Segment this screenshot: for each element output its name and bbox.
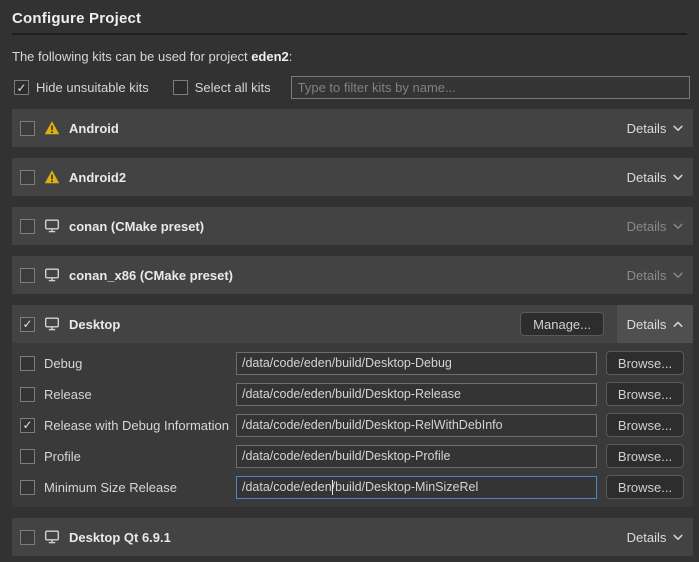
hide-unsuitable-kits-label: Hide unsuitable kits	[36, 80, 149, 95]
kit-header[interactable]: Desktop Qt 6.9.1 Details	[12, 518, 693, 556]
kit-checkbox[interactable]	[20, 219, 35, 234]
kit-row-android2: Android2 Details	[12, 158, 693, 196]
build-dir-input[interactable]	[236, 383, 597, 406]
select-all-kits-label: Select all kits	[195, 80, 271, 95]
kit-checkbox[interactable]	[20, 170, 35, 185]
kit-row-android: Android Details	[12, 109, 693, 147]
select-all-kits-checkbox[interactable]	[173, 80, 188, 95]
build-config-label: Release with Debug Information	[44, 418, 236, 433]
chevron-down-icon	[673, 223, 683, 230]
kit-details-panel: Debug Browse... Release Browse... Releas…	[12, 343, 693, 507]
details-label: Details	[627, 170, 667, 185]
build-config-row-minsizerel: Minimum Size Release Browse...	[20, 475, 693, 499]
kit-checkbox[interactable]	[20, 530, 35, 545]
hide-unsuitable-kits-checkbox[interactable]	[14, 80, 29, 95]
kit-name: Android2	[69, 170, 126, 185]
details-toggle-button[interactable]: Details	[617, 305, 693, 343]
desktop-icon	[44, 218, 60, 234]
details-label: Details	[627, 317, 667, 332]
chevron-down-icon	[673, 534, 683, 541]
kit-name: conan_x86 (CMake preset)	[69, 268, 233, 283]
details-label: Details	[627, 121, 667, 136]
details-label: Details	[627, 268, 667, 283]
build-config-checkbox[interactable]	[20, 480, 35, 495]
title-bar: Configure Project	[0, 0, 699, 35]
build-config-label: Release	[44, 387, 236, 402]
build-config-row-profile: Profile Browse...	[20, 444, 693, 468]
project-name: eden2	[251, 49, 289, 64]
kit-checkbox[interactable]	[20, 121, 35, 136]
kit-header[interactable]: conan_x86 (CMake preset) Details	[12, 256, 693, 294]
desktop-icon	[44, 316, 60, 332]
chevron-up-icon	[673, 321, 683, 328]
kit-header[interactable]: conan (CMake preset) Details	[12, 207, 693, 245]
title-separator	[12, 33, 687, 35]
build-config-row-debug: Debug Browse...	[20, 351, 693, 375]
desktop-icon	[44, 267, 60, 283]
desktop-icon	[44, 529, 60, 545]
build-config-row-relwithdebinfo: Release with Debug Information Browse...	[20, 413, 693, 437]
browse-button[interactable]: Browse...	[606, 444, 684, 468]
build-config-label: Profile	[44, 449, 236, 464]
build-dir-field	[236, 352, 597, 375]
build-config-row-release: Release Browse...	[20, 382, 693, 406]
details-toggle-button[interactable]: Details	[617, 518, 693, 556]
chevron-down-icon	[673, 272, 683, 279]
kit-checkbox[interactable]	[20, 317, 35, 332]
browse-button[interactable]: Browse...	[606, 382, 684, 406]
details-toggle-button: Details	[617, 207, 693, 245]
build-dir-field	[236, 383, 597, 406]
kit-checkbox[interactable]	[20, 268, 35, 283]
details-toggle-button[interactable]: Details	[617, 109, 693, 147]
details-label: Details	[627, 530, 667, 545]
chevron-down-icon	[673, 174, 683, 181]
kit-header[interactable]: Android2 Details	[12, 158, 693, 196]
kit-row-desktop-qt: Desktop Qt 6.9.1 Details	[12, 518, 693, 556]
page-title: Configure Project	[12, 10, 687, 27]
details-label: Details	[627, 219, 667, 234]
manage-kits-button[interactable]: Manage...	[520, 312, 604, 336]
kit-header[interactable]: Desktop Manage... Details	[12, 305, 693, 343]
build-dir-input[interactable]	[236, 352, 597, 375]
kit-list: Android Details Android2 Details conan (…	[12, 109, 693, 556]
kit-header[interactable]: Android Details	[12, 109, 693, 147]
kit-name: conan (CMake preset)	[69, 219, 204, 234]
build-dir-input[interactable]	[236, 414, 597, 437]
build-config-label: Debug	[44, 356, 236, 371]
details-toggle-button[interactable]: Details	[617, 158, 693, 196]
kit-name: Android	[69, 121, 119, 136]
kit-row-desktop: Desktop Manage... Details Debug Browse..…	[12, 305, 693, 507]
build-dir-field	[236, 414, 597, 437]
intro-prefix: The following kits can be used for proje…	[12, 49, 251, 64]
kit-row-conan: conan (CMake preset) Details	[12, 207, 693, 245]
build-dir-field	[236, 476, 597, 499]
build-config-checkbox[interactable]	[20, 356, 35, 371]
browse-button[interactable]: Browse...	[606, 413, 684, 437]
intro-suffix: :	[289, 49, 293, 64]
kit-row-conan-x86: conan_x86 (CMake preset) Details	[12, 256, 693, 294]
build-config-checkbox[interactable]	[20, 418, 35, 433]
build-dir-input[interactable]	[236, 445, 597, 468]
build-dir-input-focused[interactable]	[236, 476, 597, 499]
warning-icon	[44, 169, 60, 185]
kit-filter-input[interactable]	[291, 76, 690, 99]
kit-filter-controls: Hide unsuitable kits Select all kits	[14, 76, 690, 99]
build-config-checkbox[interactable]	[20, 449, 35, 464]
warning-icon	[44, 120, 60, 136]
intro-text: The following kits can be used for proje…	[12, 49, 687, 64]
chevron-down-icon	[673, 125, 683, 132]
kit-name: Desktop	[69, 317, 120, 332]
text-cursor	[332, 480, 333, 495]
build-config-checkbox[interactable]	[20, 387, 35, 402]
browse-button[interactable]: Browse...	[606, 351, 684, 375]
browse-button[interactable]: Browse...	[606, 475, 684, 499]
build-dir-field	[236, 445, 597, 468]
details-toggle-button: Details	[617, 256, 693, 294]
kit-name: Desktop Qt 6.9.1	[69, 530, 171, 545]
build-config-label: Minimum Size Release	[44, 480, 236, 495]
